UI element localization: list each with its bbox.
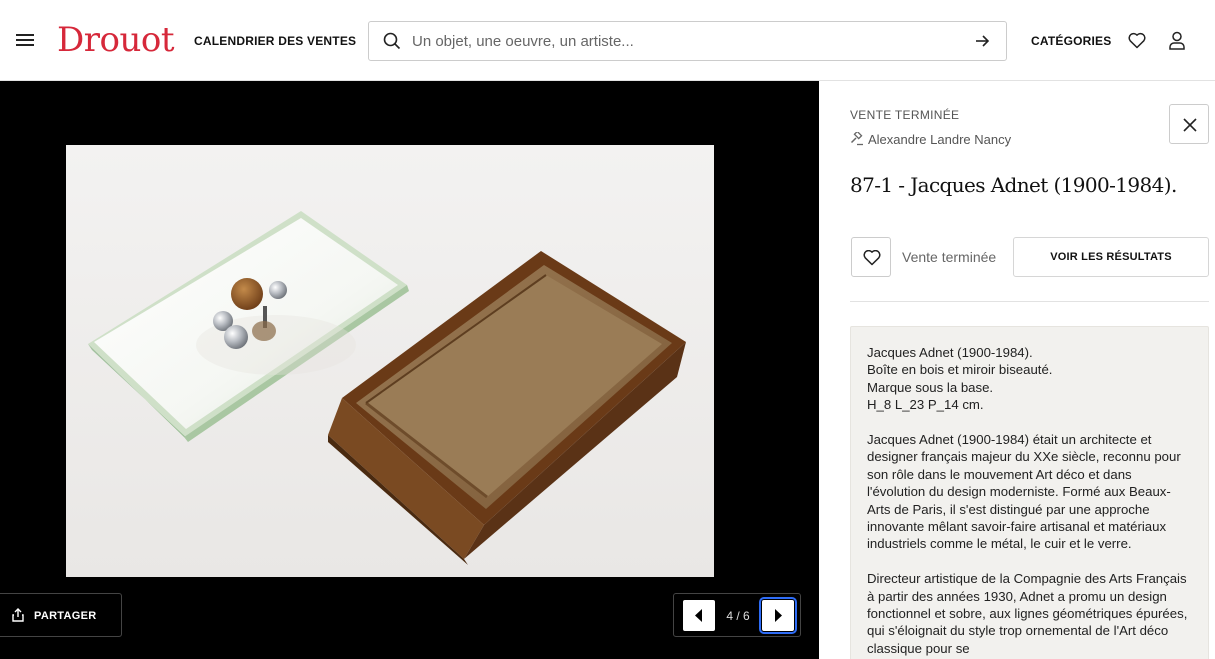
user-icon[interactable] — [1168, 31, 1186, 50]
favorite-button[interactable] — [851, 237, 891, 277]
search-bar — [368, 21, 1007, 61]
description-line: Boîte en bois et miroir biseauté. — [867, 362, 1053, 378]
site-header: Drouot CALENDRIER DES VENTES CATÉGORIES — [0, 0, 1215, 81]
close-button[interactable] — [1169, 104, 1209, 144]
auction-house-link[interactable]: Alexandre Landre Nancy — [850, 130, 1012, 147]
share-icon — [12, 608, 24, 622]
lot-photo[interactable] — [66, 145, 714, 577]
auction-house-name: Alexandre Landre Nancy — [868, 132, 1012, 147]
gavel-icon — [850, 130, 863, 146]
lot-photo-illustration — [66, 145, 714, 577]
caret-left-icon — [695, 609, 702, 622]
search-input[interactable] — [412, 30, 952, 52]
sale-status: VENTE TERMINÉE — [850, 108, 960, 122]
next-image-button[interactable] — [759, 597, 797, 634]
description-line: Marque sous la base. — [867, 379, 994, 395]
lot-description: Jacques Adnet (1900-1984). Boîte en bois… — [850, 326, 1209, 659]
calendar-link[interactable]: CALENDRIER DES VENTES — [194, 34, 356, 48]
image-viewer: PARTAGER 4 / 6 — [0, 81, 819, 659]
caret-right-icon — [775, 609, 782, 622]
description-line: Jacques Adnet (1900-1984). — [867, 345, 1033, 360]
divider — [850, 301, 1209, 302]
arrow-right-icon[interactable] — [974, 33, 990, 49]
site-logo[interactable]: Drouot — [57, 18, 175, 62]
share-label: PARTAGER — [34, 610, 97, 622]
description-line: H_8 L_23 P_14 cm. — [867, 397, 984, 413]
description-paragraph: Directeur artistique de la Compagnie des… — [867, 571, 1188, 656]
image-counter: 4 / 6 — [726, 609, 750, 623]
sale-ended-label: Vente terminée — [902, 249, 997, 265]
menu-icon[interactable] — [16, 34, 34, 48]
lot-details-panel: VENTE TERMINÉE Alexandre Landre Nancy 87… — [819, 81, 1215, 659]
image-pager: 4 / 6 — [673, 593, 801, 637]
lot-title: 87-1 - Jacques Adnet (1900-1984). — [850, 173, 1177, 197]
share-button[interactable]: PARTAGER — [0, 593, 122, 637]
previous-image-button[interactable] — [683, 600, 715, 631]
heart-icon — [863, 250, 881, 266]
categories-link[interactable]: CATÉGORIES — [1031, 34, 1111, 48]
description-summary: Jacques Adnet (1900-1984). Boîte en bois… — [867, 344, 1192, 414]
close-icon — [1183, 118, 1197, 132]
view-results-button[interactable]: VOIR LES RÉSULTATS — [1013, 237, 1209, 277]
heart-icon[interactable] — [1128, 32, 1146, 49]
description-paragraph: Jacques Adnet (1900-1984) était un archi… — [867, 432, 1181, 552]
search-icon — [383, 32, 401, 50]
